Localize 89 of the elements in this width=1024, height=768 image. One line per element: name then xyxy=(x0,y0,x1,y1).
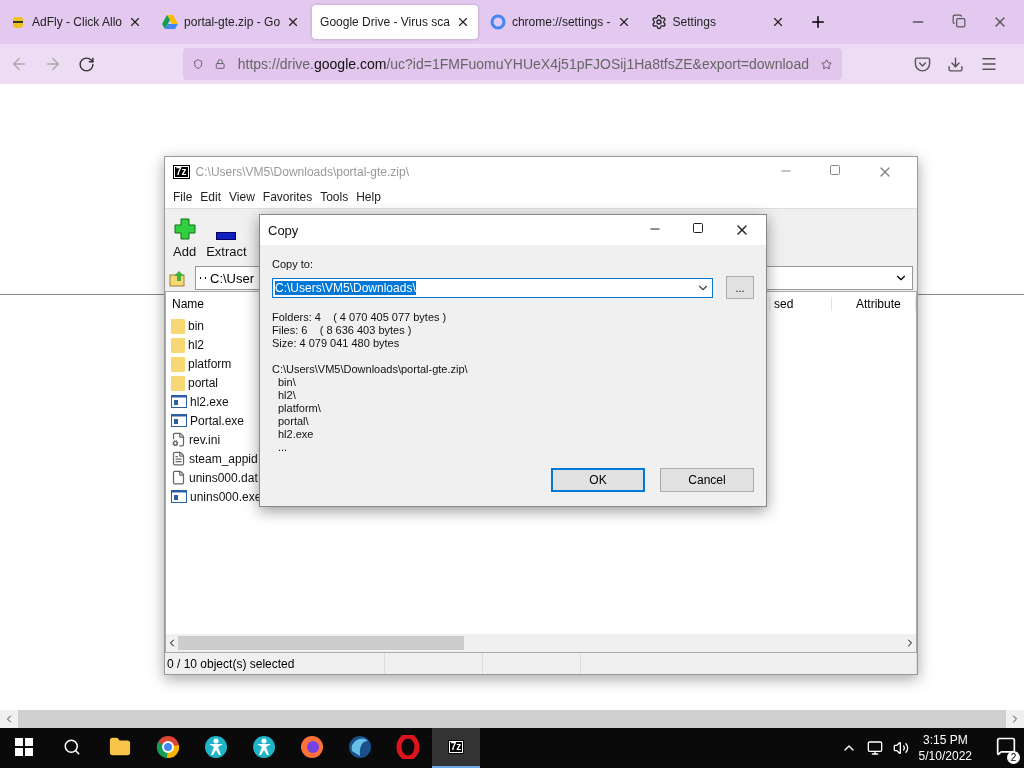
folder-icon xyxy=(109,736,131,758)
status-text: 0 / 10 object(s) selected xyxy=(167,656,295,671)
file-name[interactable]: portal xyxy=(188,375,219,390)
browser-tab[interactable]: Settings xyxy=(642,5,793,39)
field-label: Copy to: xyxy=(272,258,314,270)
menu-icon[interactable] xyxy=(980,55,998,73)
file-name[interactable]: hl2 xyxy=(188,337,204,352)
listing-item: hl2\ xyxy=(277,389,297,402)
drive-icon xyxy=(162,15,179,29)
browser-tab[interactable]: Google Drive - Virus sca xyxy=(312,5,478,39)
field-value: C:\Users\VM5\Downloads\ xyxy=(275,280,416,295)
dialog-button[interactable]: Cancel xyxy=(660,468,754,492)
browser-tab[interactable]: AdFly - Click Allo xyxy=(2,5,151,39)
url-text: https://drive.google.com/uc?id=1FMFuomuYHUeX4j51pFJOSij1Ha8tfsZE&export=download xyxy=(237,56,809,72)
listing-item: bin\ xyxy=(277,376,297,389)
browser-tab[interactable]: portal-gte.zip - Go xyxy=(154,5,309,39)
search-icon[interactable] xyxy=(63,738,81,756)
application-icon xyxy=(171,414,187,427)
application-icon xyxy=(171,395,187,408)
toolbar-button[interactable]: Add xyxy=(173,218,197,259)
menu-item[interactable]: File xyxy=(169,190,197,204)
scrollbar-thumb[interactable] xyxy=(178,636,464,650)
menu-item[interactable]: Tools xyxy=(316,190,353,204)
restore-icon[interactable] xyxy=(952,14,966,28)
listing-item: platform\ xyxy=(277,402,322,415)
folder-icon xyxy=(171,336,185,353)
archive-path: C:\Users\VM5\Downloads\portal-gte.zip\ xyxy=(272,363,469,376)
menu-item[interactable]: Edit xyxy=(196,190,226,204)
file-name[interactable]: unins000.dat xyxy=(189,470,258,485)
settings-icon xyxy=(650,14,667,30)
lock-icon xyxy=(215,56,226,72)
file-name[interactable]: unins000.exe xyxy=(190,489,262,504)
network-icon[interactable] xyxy=(866,740,883,756)
firefox-icon xyxy=(300,735,324,759)
pocket-icon[interactable] xyxy=(914,55,931,73)
file-name[interactable]: hl2.exe xyxy=(190,394,229,409)
notification-badge: 2 xyxy=(1007,751,1020,764)
file-name[interactable]: Portal.exe xyxy=(190,413,245,428)
clock-time: 3:15 PM xyxy=(922,732,968,748)
dialog-title: Copy xyxy=(268,222,299,238)
download-icon[interactable] xyxy=(947,55,964,73)
reload-icon[interactable] xyxy=(78,55,95,73)
listing-item: ... xyxy=(277,441,289,454)
archiver-logo: 7z xyxy=(447,740,465,754)
menu-item[interactable]: Help xyxy=(352,190,385,204)
folder-icon xyxy=(171,317,185,334)
plus-icon xyxy=(173,218,196,240)
file-name[interactable]: platform xyxy=(188,356,232,371)
listing-item: hl2.exe xyxy=(277,428,315,441)
info-line: Size: 4 079 041 480 bytes xyxy=(272,337,401,350)
person-icon xyxy=(252,735,276,759)
file-name[interactable]: bin xyxy=(188,318,204,333)
folder-icon xyxy=(171,374,185,391)
browse-button[interactable]: ... xyxy=(726,276,754,299)
toolbar-button[interactable]: Extract xyxy=(206,232,247,259)
text-file-icon xyxy=(171,451,186,466)
archiver-logo: 7z xyxy=(173,164,190,179)
person-icon xyxy=(204,735,228,759)
volume-icon[interactable] xyxy=(892,740,909,756)
bee-icon xyxy=(10,14,26,30)
column-header[interactable]: sed xyxy=(770,297,832,311)
file-icon xyxy=(171,470,186,485)
browser-tab[interactable]: chrome://settings - xyxy=(481,5,639,39)
listing-item: portal\ xyxy=(277,415,310,428)
menu-item[interactable]: View xyxy=(225,190,259,204)
google-icon xyxy=(489,14,506,30)
menu-item[interactable]: Favorites xyxy=(258,190,317,204)
destination-field[interactable]: C:\Users\VM5\Downloads\ xyxy=(272,277,713,298)
opera-icon xyxy=(396,735,420,759)
chrome-icon xyxy=(156,735,180,759)
taskbar-app[interactable]: 7z xyxy=(432,728,480,768)
info-line: Files: 6 ( 8 636 403 bytes ) xyxy=(272,324,413,337)
orb-icon xyxy=(348,735,372,759)
shield-icon xyxy=(193,56,204,72)
column-header[interactable]: Attribute xyxy=(832,297,916,311)
minus-icon xyxy=(216,232,237,240)
windows-start-icon[interactable] xyxy=(15,738,33,756)
folder-icon xyxy=(171,355,185,372)
file-name[interactable]: steam_appid xyxy=(189,451,258,466)
maximize-icon[interactable] xyxy=(692,222,704,234)
clock-date: 5/10/2022 xyxy=(918,748,972,764)
info-line: Folders: 4 ( 4 070 405 077 bytes ) xyxy=(272,311,448,324)
window-title: C:\Users\VM5\Downloads\portal-gte.zip\ xyxy=(195,164,409,179)
path-text: C:\User xyxy=(210,270,255,286)
dialog-button[interactable]: OK xyxy=(551,468,645,492)
file-name[interactable]: rev.ini xyxy=(189,432,221,447)
address-bar[interactable]: https://drive.google.com/uc?id=1FMFuomuYHUeX4j51pFJOSij1Ha8tfsZE&export=download xyxy=(183,48,842,80)
application-icon xyxy=(171,490,187,503)
settings-file-icon xyxy=(171,432,186,447)
